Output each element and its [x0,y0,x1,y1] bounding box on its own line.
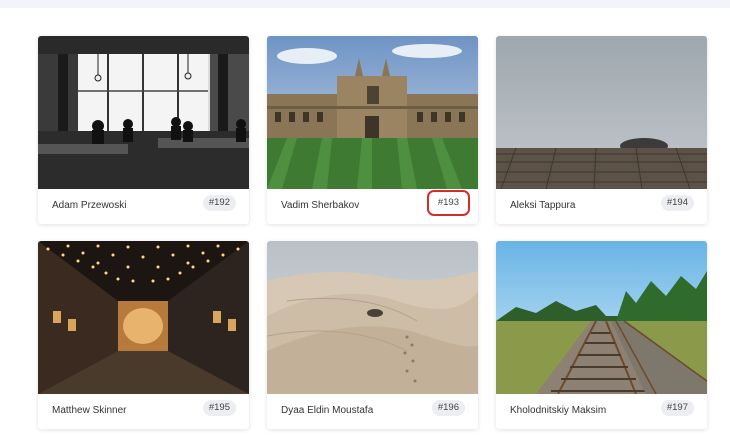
photo-image[interactable] [267,36,478,189]
photo-image[interactable] [267,241,478,394]
photo-author: Adam Przewoski [52,200,127,211]
photo-author: Kholodnitskiy Maksim [510,405,607,416]
photo-author: Matthew Skinner [52,405,127,416]
photo-card[interactable]: Dyaa Eldin Moustafa #196 [267,241,478,429]
photo-card[interactable]: Matthew Skinner #195 [38,241,249,429]
card-footer: Vadim Sherbakov #193 [267,189,478,224]
top-bar [0,0,730,8]
photo-id-badge[interactable]: #194 [660,195,694,211]
photo-id-badge[interactable]: #197 [660,400,694,416]
photo-card[interactable]: Adam Przewoski #192 [38,36,249,224]
photo-card[interactable]: Aleksi Tappura #194 [496,36,707,224]
card-footer: Matthew Skinner #195 [38,394,249,429]
card-footer: Kholodnitskiy Maksim #197 [496,394,707,429]
card-footer: Aleksi Tappura #194 [496,189,707,224]
photo-card[interactable]: Kholodnitskiy Maksim #197 [496,241,707,429]
card-footer: Adam Przewoski #192 [38,189,249,224]
photo-image[interactable] [496,241,707,394]
photo-card[interactable]: Vadim Sherbakov #193 [267,36,478,224]
photo-id-badge[interactable]: #192 [202,195,236,211]
photo-author: Aleksi Tappura [510,200,576,211]
photo-image[interactable] [38,241,249,394]
photo-id-badge[interactable]: #193 [426,190,471,216]
photo-image[interactable] [496,36,707,189]
card-footer: Dyaa Eldin Moustafa #196 [267,394,478,429]
photo-author: Dyaa Eldin Moustafa [281,405,374,416]
photo-author: Vadim Sherbakov [281,200,360,211]
photo-image[interactable] [38,36,249,189]
photo-id-badge[interactable]: #196 [431,400,465,416]
photo-id-badge[interactable]: #195 [202,400,236,416]
